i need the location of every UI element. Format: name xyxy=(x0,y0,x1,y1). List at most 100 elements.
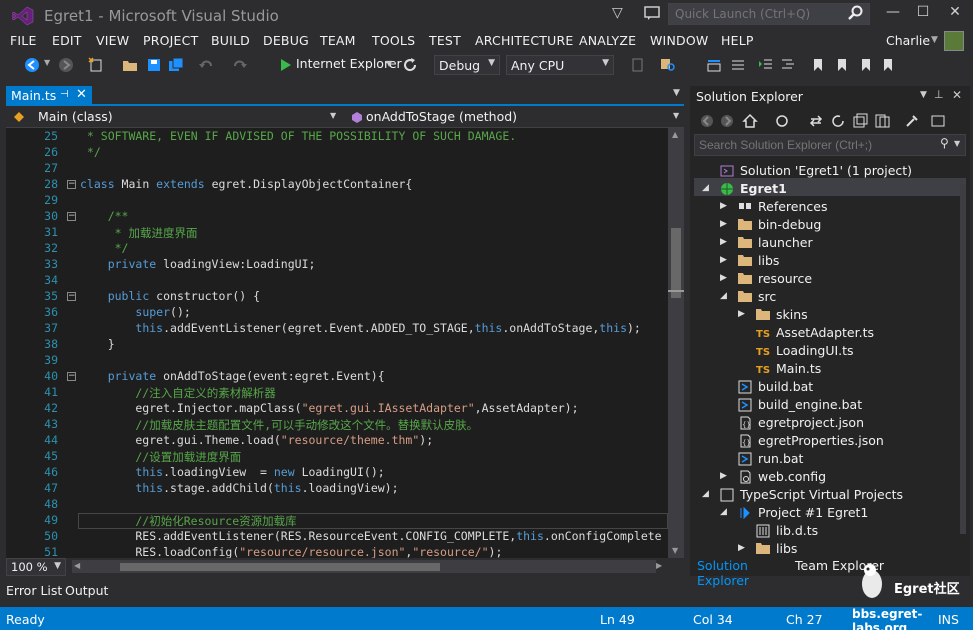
menu-analyze[interactable]: ANALYZE xyxy=(579,33,636,48)
bookmark-icon[interactable] xyxy=(810,57,826,73)
close-icon[interactable]: ✕ xyxy=(952,88,962,102)
menu-build[interactable]: BUILD xyxy=(211,33,250,48)
menu-window[interactable]: WINDOW xyxy=(650,33,708,48)
indent-icon[interactable] xyxy=(780,57,796,73)
panel-menu-icon[interactable]: ▼ xyxy=(920,90,927,100)
tree-item[interactable]: lib.d.ts xyxy=(776,523,818,538)
tree-item[interactable]: web.config xyxy=(758,469,826,484)
pin-icon[interactable]: ⊣ xyxy=(60,89,69,100)
tree-item[interactable]: build_engine.bat xyxy=(758,397,862,412)
collapsed-arrow-icon[interactable]: ▶ xyxy=(720,219,727,229)
code-line[interactable]: super(); xyxy=(80,305,190,319)
code-line[interactable]: public constructor() { xyxy=(80,289,260,303)
code-line[interactable]: this.addEventListener(egret.Event.ADDED_… xyxy=(80,321,640,335)
collapse-all-icon[interactable] xyxy=(852,113,868,129)
save-icon[interactable] xyxy=(146,57,162,73)
properties-icon[interactable] xyxy=(904,113,920,129)
menu-project[interactable]: PROJECT xyxy=(143,33,198,48)
collapse-icon[interactable]: − xyxy=(67,292,76,301)
editor-vertical-scrollbar[interactable] xyxy=(668,128,684,558)
collapsed-arrow-icon[interactable]: ▶ xyxy=(738,543,745,553)
next-bookmark-icon[interactable] xyxy=(858,57,874,73)
tree-item[interactable]: AssetAdapter.ts xyxy=(776,325,874,340)
expanded-arrow-icon[interactable]: ◢ xyxy=(720,507,727,517)
code-line[interactable]: this.loadingView = new LoadingUI(); xyxy=(80,465,384,479)
tree-item[interactable]: build.bat xyxy=(758,379,813,394)
scroll-left-icon[interactable]: ◀ xyxy=(74,561,80,570)
avatar[interactable] xyxy=(944,31,964,51)
tree-item[interactable]: resource xyxy=(758,271,812,286)
tree-item[interactable]: egretProperties.json xyxy=(758,433,884,448)
close-icon[interactable]: ✕ xyxy=(76,87,87,102)
collapsed-arrow-icon[interactable]: ▶ xyxy=(720,255,727,265)
tree-item[interactable]: Solution 'Egret1' (1 project) xyxy=(740,163,912,178)
tree-item[interactable]: src xyxy=(758,289,776,304)
clear-bookmarks-icon[interactable] xyxy=(880,57,896,73)
collapse-icon[interactable]: − xyxy=(67,372,76,381)
tree-item[interactable]: egretproject.json xyxy=(758,415,864,430)
code-line[interactable]: } xyxy=(80,337,115,351)
code-line[interactable]: private loadingView:LoadingUI; xyxy=(80,257,316,271)
menu-debug[interactable]: DEBUG xyxy=(263,33,309,48)
save-all-icon[interactable] xyxy=(168,57,184,73)
tree-item[interactable]: run.bat xyxy=(758,451,803,466)
minimize-button[interactable]: — xyxy=(880,4,906,24)
forward-icon[interactable] xyxy=(720,114,734,128)
member-dropdown[interactable]: onAddToStage (method) xyxy=(346,107,676,127)
chevron-down-icon[interactable]: ▼ xyxy=(954,139,960,148)
refresh-icon[interactable] xyxy=(402,57,418,73)
pending-changes-icon[interactable] xyxy=(774,113,790,129)
horizontal-scroll-thumb[interactable] xyxy=(120,563,440,571)
chevron-down-icon[interactable]: ▼ xyxy=(931,35,938,45)
notification-flag-icon[interactable]: ▽ xyxy=(612,5,628,21)
tree-item[interactable]: LoadingUI.ts xyxy=(776,343,854,358)
code-line[interactable]: //设置加载进度界面 xyxy=(80,449,241,465)
maximize-button[interactable]: ☐ xyxy=(910,4,936,24)
back-icon[interactable] xyxy=(700,114,714,128)
code-line[interactable]: egret.Injector.mapClass("egret.gui.IAsse… xyxy=(80,401,578,415)
scroll-thumb[interactable] xyxy=(671,228,681,298)
sync-icon[interactable] xyxy=(808,113,824,129)
code-line[interactable]: //初始化Resource资源加载库 xyxy=(80,513,296,529)
collapsed-arrow-icon[interactable]: ▶ xyxy=(738,309,745,319)
close-button[interactable]: ✕ xyxy=(942,4,968,24)
scroll-up-icon[interactable]: ▲ xyxy=(672,130,678,139)
tree-item[interactable]: Egret1 xyxy=(740,181,787,196)
menu-file[interactable]: FILE xyxy=(10,33,37,48)
prev-bookmark-icon[interactable] xyxy=(834,57,850,73)
tree-item[interactable]: Main.ts xyxy=(776,361,821,376)
menu-team[interactable]: TEAM xyxy=(320,33,356,48)
feedback-icon[interactable] xyxy=(644,5,660,21)
comment-out-icon[interactable] xyxy=(730,57,746,73)
find-in-files-icon[interactable] xyxy=(660,57,676,73)
search-icon[interactable] xyxy=(848,5,864,21)
code-line[interactable]: RES.loadConfig("resource/resource.json",… xyxy=(80,545,502,559)
code-line[interactable]: class Main extends egret.DisplayObjectCo… xyxy=(80,177,412,191)
chevron-down-icon[interactable]: ▼ xyxy=(673,88,680,98)
tree-item[interactable]: TypeScript Virtual Projects xyxy=(740,487,903,502)
zoom-select[interactable]: 100 % ▼ xyxy=(6,558,66,576)
back-icon[interactable] xyxy=(24,57,40,73)
start-debugging-icon[interactable] xyxy=(278,57,294,73)
class-dropdown[interactable]: Main (class) xyxy=(8,107,340,127)
menu-test[interactable]: TEST xyxy=(429,33,461,48)
user-name[interactable]: Charlie xyxy=(886,33,930,48)
collapsed-arrow-icon[interactable]: ▶ xyxy=(720,237,727,247)
code-line[interactable]: * 加载进度界面 xyxy=(80,225,198,241)
toolbox-icon[interactable] xyxy=(706,57,722,73)
menu-view[interactable]: VIEW xyxy=(96,33,129,48)
solution-platform-select[interactable]: Any CPU ▼ xyxy=(506,55,614,75)
code-line[interactable]: //加载皮肤主题配置文件,可以手动修改这个文件。替换默认皮肤。 xyxy=(80,417,478,433)
tree-item[interactable]: bin-debug xyxy=(758,217,821,232)
code-line[interactable]: RES.addEventListener(RES.ResourceEvent.C… xyxy=(80,529,661,543)
open-folder-icon[interactable] xyxy=(122,57,138,73)
tree-item[interactable]: skins xyxy=(776,307,808,322)
expanded-arrow-icon[interactable]: ◢ xyxy=(720,291,727,301)
forward-icon[interactable] xyxy=(58,57,74,73)
tree-item[interactable]: launcher xyxy=(758,235,813,250)
refresh-icon[interactable] xyxy=(830,113,846,129)
code-line[interactable]: this.stage.addChild(this.loadingView); xyxy=(80,481,398,495)
code-line[interactable]: */ xyxy=(80,145,101,159)
solution-explorer-search-input[interactable] xyxy=(694,134,966,156)
chevron-down-icon[interactable]: ▼ xyxy=(673,111,679,120)
